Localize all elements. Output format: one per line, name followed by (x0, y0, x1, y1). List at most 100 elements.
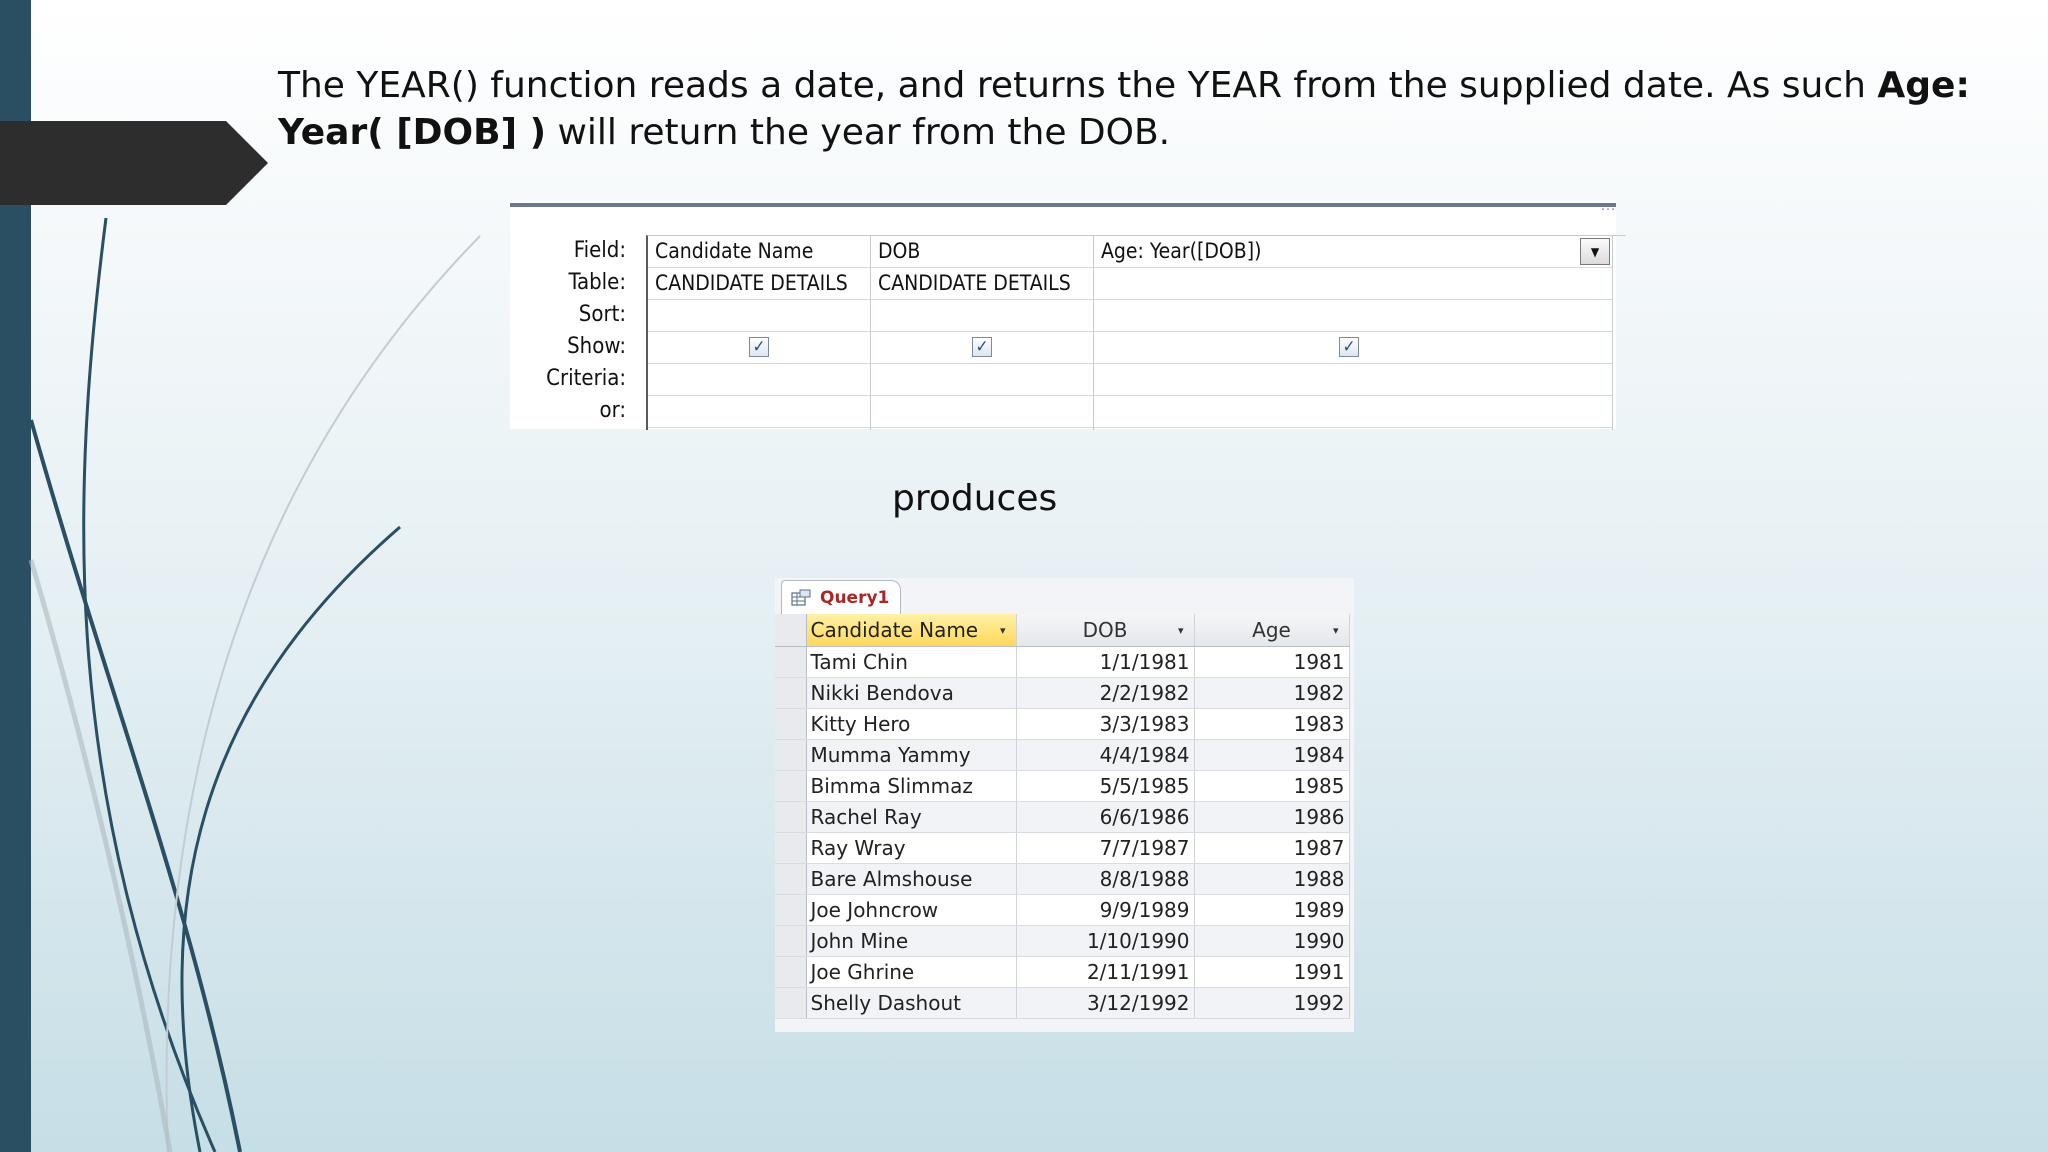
cell-age[interactable]: 1984 (1194, 739, 1350, 771)
qbe-columns: Candidate Name CANDIDATE DETAILS ✓ DOB C… (646, 235, 1626, 430)
show-checkbox[interactable]: ✓ (1339, 337, 1359, 357)
or-cell[interactable] (871, 396, 1093, 428)
or-cell[interactable] (1094, 396, 1612, 428)
tab-label: Query1 (820, 588, 890, 608)
table-row[interactable]: Bimma Slimmaz 5/5/1985 1985 (775, 770, 1350, 802)
cell-name[interactable]: Joe Ghrine (806, 956, 1017, 988)
row-selector[interactable] (775, 739, 807, 771)
table-row[interactable]: John Mine 1/10/1990 1990 (775, 925, 1350, 957)
column-header-candidate-name[interactable]: Candidate Name ▾ (806, 614, 1017, 647)
table-row[interactable]: Kitty Hero 3/3/1983 1983 (775, 708, 1350, 740)
cell-name[interactable]: Rachel Ray (806, 801, 1017, 833)
cell-dob[interactable]: 2/11/1991 (1016, 956, 1195, 988)
field-cell[interactable]: DOB (871, 236, 1093, 268)
cell-dob[interactable]: 6/6/1986 (1016, 801, 1195, 833)
cell-name[interactable]: Ray Wray (806, 832, 1017, 864)
header-row: Candidate Name ▾ DOB ▾ Age ▾ (775, 614, 1350, 647)
cell-age[interactable]: 1992 (1194, 987, 1350, 1019)
sort-filter-icon[interactable]: ▾ (1333, 624, 1339, 637)
sort-cell[interactable] (871, 300, 1093, 332)
cell-dob[interactable]: 9/9/1989 (1016, 894, 1195, 926)
cell-dob[interactable]: 1/1/1981 (1016, 646, 1195, 678)
cell-age[interactable]: 1981 (1194, 646, 1350, 678)
row-selector[interactable] (775, 987, 807, 1019)
header-label: DOB (1082, 617, 1128, 642)
qbe-column-candidate-name: Candidate Name CANDIDATE DETAILS ✓ (648, 236, 871, 430)
row-selector[interactable] (775, 677, 807, 709)
cell-dob[interactable]: 3/12/1992 (1016, 987, 1195, 1019)
table-cell[interactable] (1094, 268, 1612, 300)
intro-text: The YEAR() function reads a date, and re… (278, 65, 1878, 106)
or-cell[interactable] (648, 396, 870, 428)
cell-age[interactable]: 1990 (1194, 925, 1350, 957)
table-row[interactable]: Tami Chin 1/1/1981 1981 (775, 646, 1350, 678)
table-row[interactable]: Bare Almshouse 8/8/1988 1988 (775, 863, 1350, 895)
cell-age[interactable]: 1987 (1194, 832, 1350, 864)
left-accent-bar (0, 0, 31, 1152)
field-cell[interactable]: Candidate Name (648, 236, 870, 268)
sort-cell[interactable] (648, 300, 870, 332)
qbe-resize-dots[interactable]: ... (1601, 198, 1616, 214)
column-header-age[interactable]: Age ▾ (1194, 614, 1350, 647)
cell-dob[interactable]: 4/4/1984 (1016, 739, 1195, 771)
cell-age[interactable]: 1989 (1194, 894, 1350, 926)
select-all-corner[interactable] (775, 614, 807, 647)
dark-arrow-banner (0, 121, 268, 205)
table-row[interactable]: Rachel Ray 6/6/1986 1986 (775, 801, 1350, 833)
cell-age[interactable]: 1985 (1194, 770, 1350, 802)
criteria-cell[interactable] (1094, 364, 1612, 396)
table-cell[interactable]: CANDIDATE DETAILS (648, 268, 870, 300)
tab-query1[interactable]: Query1 (781, 580, 901, 615)
cell-name[interactable]: Bare Almshouse (806, 863, 1017, 895)
field-cell[interactable]: Age: Year([DOB]) ▼ (1094, 236, 1612, 268)
cell-dob[interactable]: 2/2/1982 (1016, 677, 1195, 709)
column-header-dob[interactable]: DOB ▾ (1016, 614, 1195, 647)
row-selector[interactable] (775, 863, 807, 895)
cell-age[interactable]: 1983 (1194, 708, 1350, 740)
cell-name[interactable]: Kitty Hero (806, 708, 1017, 740)
row-selector[interactable] (775, 832, 807, 864)
row-selector[interactable] (775, 770, 807, 802)
row-selector[interactable] (775, 708, 807, 740)
table-row[interactable]: Mumma Yammy 4/4/1984 1984 (775, 739, 1350, 771)
row-selector[interactable] (775, 956, 807, 988)
sort-filter-icon[interactable]: ▾ (1000, 624, 1006, 637)
sort-filter-icon[interactable]: ▾ (1178, 624, 1184, 637)
cell-name[interactable]: Bimma Slimmaz (806, 770, 1017, 802)
table-row[interactable]: Nikki Bendova 2/2/1982 1982 (775, 677, 1350, 709)
query-design-grid: ... Field: Table: Sort: Show: Criteria: … (510, 198, 1626, 430)
sort-cell[interactable] (1094, 300, 1612, 332)
table-row[interactable]: Joe Johncrow 9/9/1989 1989 (775, 894, 1350, 926)
table-row[interactable]: Joe Ghrine 2/11/1991 1991 (775, 956, 1350, 988)
produces-caption: produces (892, 478, 1058, 519)
criteria-cell[interactable] (648, 364, 870, 396)
cell-dob[interactable]: 1/10/1990 (1016, 925, 1195, 957)
cell-name[interactable]: Mumma Yammy (806, 739, 1017, 771)
table-row[interactable]: Shelly Dashout 3/12/1992 1992 (775, 987, 1350, 1019)
cell-name[interactable]: Tami Chin (806, 646, 1017, 678)
show-cell: ✓ (871, 332, 1093, 364)
cell-name[interactable]: Nikki Bendova (806, 677, 1017, 709)
cell-name[interactable]: Shelly Dashout (806, 987, 1017, 1019)
chevron-down-icon[interactable]: ▼ (1580, 238, 1610, 265)
show-checkbox[interactable]: ✓ (749, 337, 769, 357)
label-show: Show: (567, 334, 626, 359)
table-cell[interactable]: CANDIDATE DETAILS (871, 268, 1093, 300)
table-row[interactable]: Ray Wray 7/7/1987 1987 (775, 832, 1350, 864)
cell-age[interactable]: 1982 (1194, 677, 1350, 709)
row-selector[interactable] (775, 646, 807, 678)
show-checkbox[interactable]: ✓ (972, 337, 992, 357)
cell-age[interactable]: 1991 (1194, 956, 1350, 988)
cell-dob[interactable]: 7/7/1987 (1016, 832, 1195, 864)
cell-age[interactable]: 1986 (1194, 801, 1350, 833)
cell-dob[interactable]: 5/5/1985 (1016, 770, 1195, 802)
criteria-cell[interactable] (871, 364, 1093, 396)
row-selector[interactable] (775, 894, 807, 926)
cell-name[interactable]: Joe Johncrow (806, 894, 1017, 926)
cell-name[interactable]: John Mine (806, 925, 1017, 957)
cell-dob[interactable]: 8/8/1988 (1016, 863, 1195, 895)
row-selector[interactable] (775, 925, 807, 957)
cell-age[interactable]: 1988 (1194, 863, 1350, 895)
cell-dob[interactable]: 3/3/1983 (1016, 708, 1195, 740)
row-selector[interactable] (775, 801, 807, 833)
